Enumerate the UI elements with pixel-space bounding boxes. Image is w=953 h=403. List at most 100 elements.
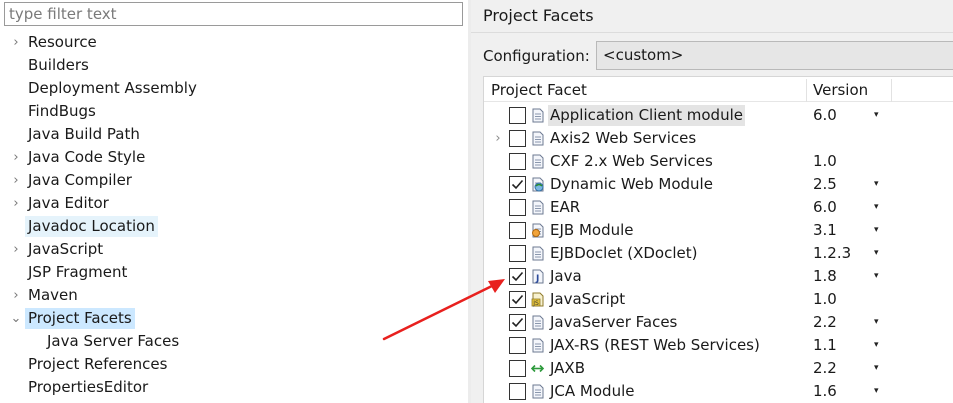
facet-version[interactable]: 6.0 bbox=[813, 196, 837, 219]
facet-row[interactable]: Application Client module 6.0 ▾ bbox=[484, 104, 953, 127]
facet-version[interactable]: 2.2 bbox=[813, 357, 837, 380]
column-separator[interactable] bbox=[891, 79, 892, 102]
facet-checkbox[interactable] bbox=[509, 314, 526, 331]
facet-row[interactable]: JS JavaScript 1.0 bbox=[484, 288, 953, 311]
facet-name: JavaScript bbox=[550, 290, 626, 308]
version-dropdown-icon[interactable]: ▾ bbox=[874, 196, 879, 219]
facet-version[interactable]: 3.1 bbox=[813, 219, 837, 242]
version-dropdown-icon[interactable]: ▾ bbox=[874, 380, 879, 403]
project-facets-page: Project Facets Configuration: <custom> P… bbox=[471, 0, 953, 403]
document-icon bbox=[530, 384, 545, 399]
version-dropdown-icon[interactable]: ▾ bbox=[874, 265, 879, 288]
facet-version[interactable]: 1.8 bbox=[813, 265, 837, 288]
filter-input[interactable] bbox=[4, 2, 463, 26]
version-dropdown-icon[interactable]: ▾ bbox=[874, 357, 879, 380]
facet-row[interactable]: JavaServer Faces 2.2 ▾ bbox=[484, 311, 953, 334]
document-icon bbox=[530, 154, 545, 169]
facet-version[interactable]: 1.6 bbox=[813, 380, 837, 403]
facet-checkbox[interactable] bbox=[509, 360, 526, 377]
facet-name: EJBDoclet (XDoclet) bbox=[550, 244, 698, 262]
web-module-icon bbox=[530, 177, 545, 192]
facet-version[interactable]: 2.5 bbox=[813, 173, 837, 196]
chevron-right-icon[interactable]: › bbox=[10, 31, 22, 54]
chevron-right-icon[interactable]: › bbox=[10, 169, 22, 192]
facet-row[interactable]: Dynamic Web Module 2.5 ▾ bbox=[484, 173, 953, 196]
version-dropdown-icon[interactable]: ▾ bbox=[874, 311, 879, 334]
tree-item[interactable]: Java Build Path bbox=[0, 123, 468, 146]
tree-item[interactable]: Java Server Faces bbox=[0, 330, 468, 353]
version-dropdown-icon[interactable]: ▾ bbox=[874, 104, 879, 127]
facet-checkbox[interactable] bbox=[509, 176, 526, 193]
column-separator[interactable] bbox=[806, 79, 807, 102]
version-dropdown-icon[interactable]: ▾ bbox=[874, 242, 879, 265]
facet-checkbox[interactable] bbox=[509, 107, 526, 124]
tree-item[interactable]: Project References bbox=[0, 353, 468, 376]
tree-item-label: PropertiesEditor bbox=[28, 378, 149, 396]
facet-version[interactable]: 1.2.3 bbox=[813, 242, 851, 265]
document-icon bbox=[530, 108, 545, 123]
version-dropdown-icon[interactable]: ▾ bbox=[874, 334, 879, 357]
facet-row[interactable]: JAXB 2.2 ▾ bbox=[484, 357, 953, 380]
chevron-right-icon[interactable]: › bbox=[492, 127, 504, 150]
facet-checkbox[interactable] bbox=[509, 130, 526, 147]
tree-item-label: FindBugs bbox=[28, 102, 96, 120]
ejb-module-icon bbox=[530, 223, 545, 238]
tree-item[interactable]: › Java Code Style bbox=[0, 146, 468, 169]
tree-item[interactable]: Deployment Assembly bbox=[0, 77, 468, 100]
facet-name: CXF 2.x Web Services bbox=[550, 152, 713, 170]
version-dropdown-icon[interactable]: ▾ bbox=[874, 219, 879, 242]
facet-column-header[interactable]: Project Facet bbox=[491, 77, 587, 102]
tree-item[interactable]: FindBugs bbox=[0, 100, 468, 123]
facet-checkbox[interactable] bbox=[509, 153, 526, 170]
chevron-right-icon[interactable]: › bbox=[10, 284, 22, 307]
tree-item-label: Project Facets bbox=[25, 308, 135, 329]
facet-name: EJB Module bbox=[550, 221, 634, 239]
tree-item[interactable]: › JavaScript bbox=[0, 238, 468, 261]
facet-checkbox[interactable] bbox=[509, 268, 526, 285]
chevron-right-icon[interactable]: › bbox=[10, 238, 22, 261]
facet-version[interactable]: 2.2 bbox=[813, 311, 837, 334]
configuration-combo[interactable]: <custom> bbox=[596, 41, 953, 70]
facet-row[interactable]: J Java 1.8 ▾ bbox=[484, 265, 953, 288]
facet-checkbox[interactable] bbox=[509, 291, 526, 308]
tree-item[interactable]: › Java Compiler bbox=[0, 169, 468, 192]
tree-item-label: Java Code Style bbox=[28, 148, 146, 166]
tree-item[interactable]: Builders bbox=[0, 54, 468, 77]
facet-name: EAR bbox=[550, 198, 581, 216]
facet-name: Java bbox=[550, 267, 582, 285]
facet-checkbox[interactable] bbox=[509, 383, 526, 400]
tree-item[interactable]: › Maven bbox=[0, 284, 468, 307]
tree-item-label: Java Compiler bbox=[28, 171, 132, 189]
version-column-header[interactable]: Version bbox=[813, 77, 868, 102]
svg-text:JS: JS bbox=[532, 300, 539, 307]
tree-item[interactable]: ⌄ Project Facets bbox=[0, 307, 468, 330]
facet-checkbox[interactable] bbox=[509, 337, 526, 354]
facet-row[interactable]: EAR 6.0 ▾ bbox=[484, 196, 953, 219]
tree-item[interactable]: › Resource bbox=[0, 31, 468, 54]
facet-row[interactable]: JCA Module 1.6 ▾ bbox=[484, 380, 953, 403]
version-dropdown-icon[interactable]: ▾ bbox=[874, 173, 879, 196]
tree-item-label: JSP Fragment bbox=[28, 263, 128, 281]
chevron-down-icon[interactable]: ⌄ bbox=[10, 307, 22, 330]
facet-row[interactable]: › Axis2 Web Services bbox=[484, 127, 953, 150]
facet-version[interactable]: 6.0 bbox=[813, 104, 837, 127]
facet-row[interactable]: CXF 2.x Web Services 1.0 bbox=[484, 150, 953, 173]
tree-item[interactable]: Javadoc Location bbox=[0, 215, 468, 238]
facet-checkbox[interactable] bbox=[509, 199, 526, 216]
facet-version[interactable]: 1.1 bbox=[813, 334, 837, 357]
tree-item[interactable]: › Java Editor bbox=[0, 192, 468, 215]
facet-row[interactable]: EJBDoclet (XDoclet) 1.2.3 ▾ bbox=[484, 242, 953, 265]
facet-row[interactable]: JAX-RS (REST Web Services) 1.1 ▾ bbox=[484, 334, 953, 357]
tree-item[interactable]: JSP Fragment bbox=[0, 261, 468, 284]
facet-row[interactable]: EJB Module 3.1 ▾ bbox=[484, 219, 953, 242]
chevron-right-icon[interactable]: › bbox=[10, 192, 22, 215]
chevron-right-icon[interactable]: › bbox=[10, 146, 22, 169]
tree-item[interactable]: PropertiesEditor bbox=[0, 376, 468, 399]
facet-checkbox[interactable] bbox=[509, 222, 526, 239]
facet-name: Application Client module bbox=[548, 105, 745, 126]
facet-checkbox[interactable] bbox=[509, 245, 526, 262]
facet-name: JCA Module bbox=[550, 382, 635, 400]
table-header: Project Facet Version bbox=[484, 77, 953, 102]
facet-version: 1.0 bbox=[813, 152, 837, 170]
javascript-icon: JS bbox=[530, 292, 545, 307]
